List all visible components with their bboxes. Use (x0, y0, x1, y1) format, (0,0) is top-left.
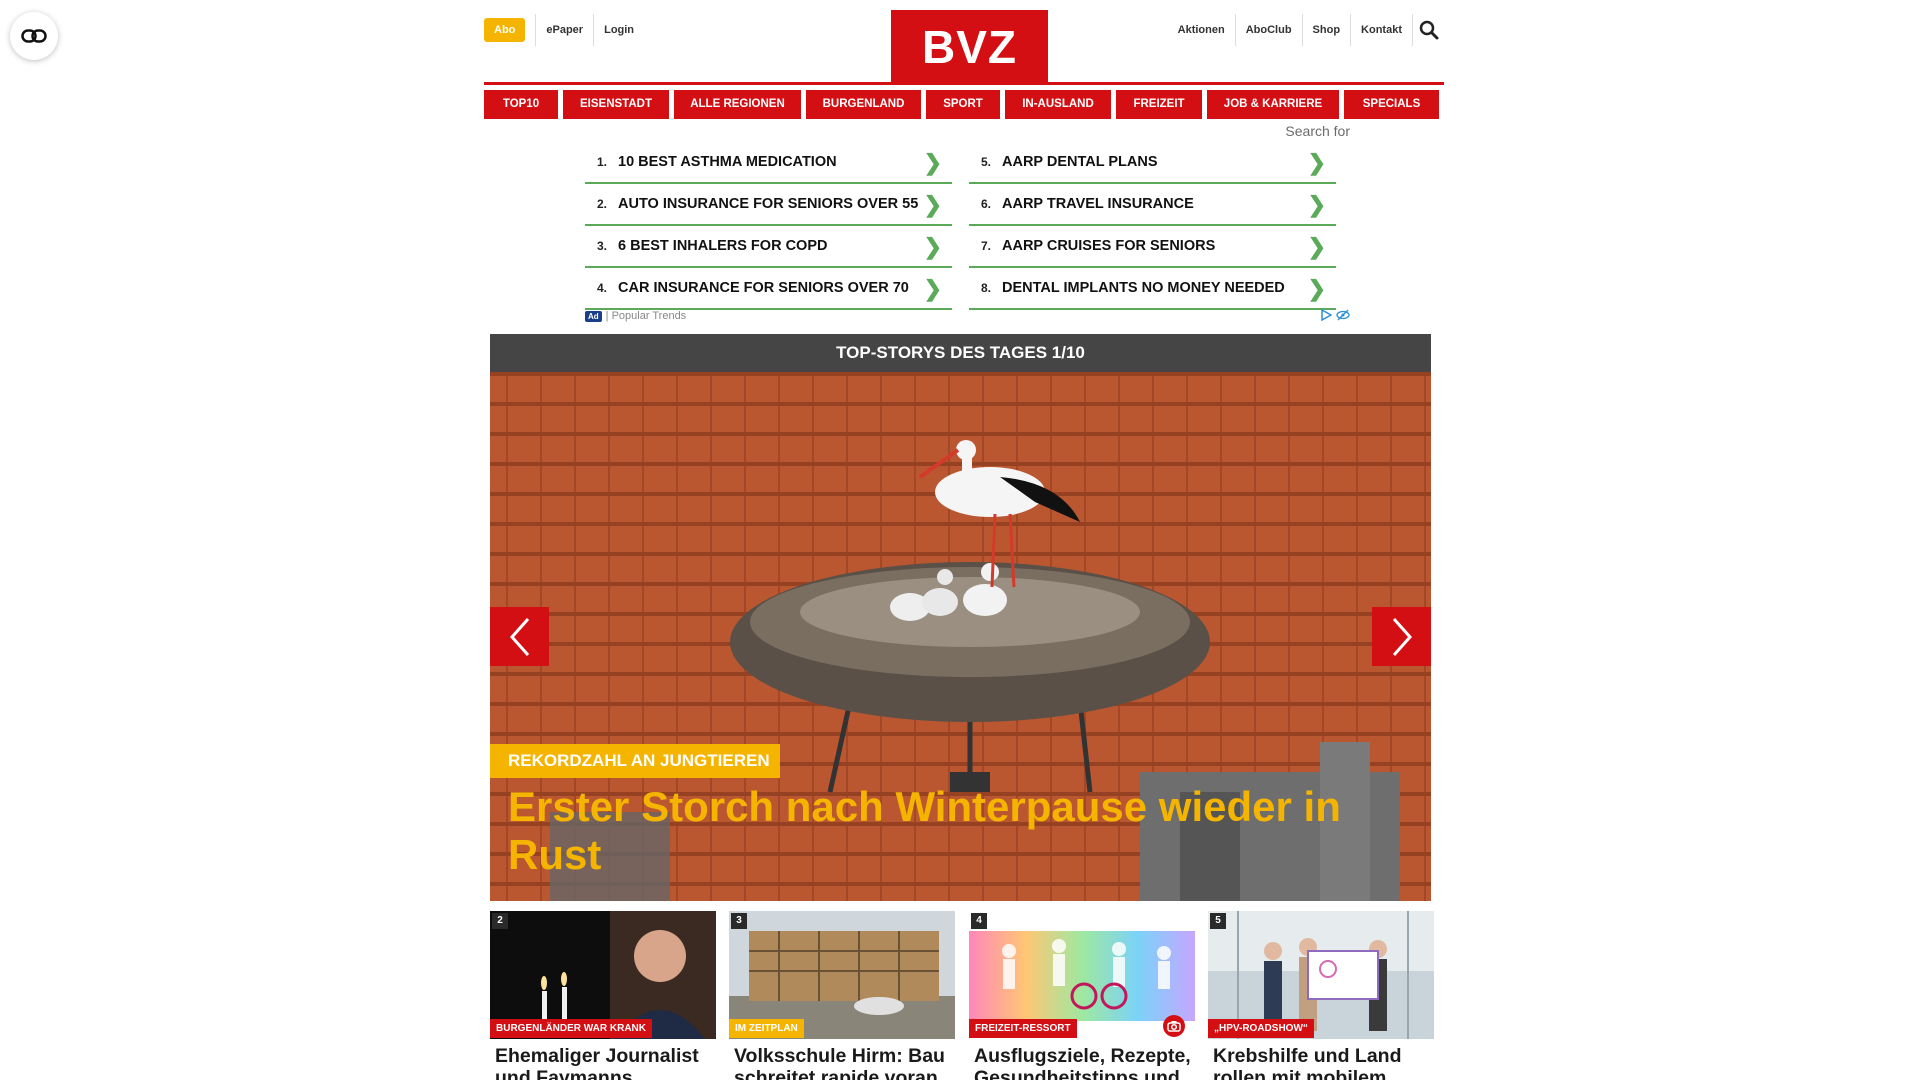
search-button[interactable] (1412, 14, 1444, 46)
nav-item-alle-regionen[interactable]: ALLE REGIONEN (674, 90, 801, 119)
chevron-right-icon: ❯ (923, 192, 942, 217)
ad-number: 6. (980, 197, 991, 211)
card-rank: 3 (731, 913, 747, 929)
nav-item-in-ausland[interactable]: IN-AUSLAND (1005, 90, 1111, 119)
chevron-right-icon (1392, 617, 1412, 656)
page-container: Abo ePaper Login BVZ Aktionen AboClub Sh… (484, 0, 1444, 119)
ad-footer-text: | Popular Trends (605, 310, 687, 322)
nav-item-top10[interactable]: TOP10 (484, 90, 558, 119)
ad-text: CAR INSURANCE FOR SENIORS OVER 70 (618, 280, 909, 296)
chevron-right-icon: ❯ (1307, 192, 1326, 217)
ad-number: 4. (596, 281, 607, 295)
nav-item-burgenland[interactable]: BURGENLAND (806, 90, 921, 119)
aktionen-link[interactable]: Aktionen (1168, 14, 1235, 46)
ad-number: 1. (596, 155, 607, 169)
card-title: Ehemaliger Journalist und Faymanns Sprec… (495, 1045, 699, 1080)
chevron-right-icon: ❯ (923, 150, 942, 175)
ad-choices[interactable] (1320, 309, 1350, 321)
ad-text: AARP CRUISES FOR SENIORS (1002, 238, 1216, 254)
main-nav: TOP10 EISENSTADT ALLE REGIONEN BURGENLAN… (484, 90, 1444, 119)
chevron-right-icon: ❯ (1307, 234, 1326, 259)
ad-number: 2. (596, 197, 607, 211)
ad-link[interactable]: 2. AUTO INSURANCE FOR SENIORS OVER 55 ❯ (585, 184, 952, 226)
kontakt-link[interactable]: Kontakt (1350, 14, 1412, 46)
card-image: 3 IM ZEITPLAN (729, 911, 955, 1039)
card-title: Ausflugsziele, Rezepte, Gesundheitstipps… (974, 1045, 1191, 1080)
accessibility-button[interactable] (10, 12, 58, 60)
abo-button[interactable]: Abo (484, 18, 526, 42)
ad-number: 3. (596, 239, 607, 253)
nav-item-eisenstadt[interactable]: EISENSTADT (563, 90, 669, 119)
ad-text: AARP DENTAL PLANS (1002, 154, 1158, 170)
story-card[interactable]: 4 FREIZEIT-RESSORT Ausflugsziele, Rezept… (969, 911, 1195, 1080)
nav-item-specials[interactable]: SPECIALS (1344, 90, 1439, 119)
ad-number: 7. (980, 239, 991, 253)
hero-kicker: REKORDZAHL AN JUNGTIEREN (490, 744, 780, 778)
hero-headline[interactable]: Erster Storch nach Winterpause wieder in… (508, 783, 1408, 879)
ad-footer: Ad | Popular Trends (585, 308, 1350, 324)
chevron-right-icon: ❯ (1307, 150, 1326, 175)
top-stories-heading: TOP-STORYS DES TAGES 1/10 (490, 334, 1431, 372)
carousel-next-button[interactable] (1372, 607, 1431, 666)
epaper-link[interactable]: ePaper (535, 14, 593, 46)
header-divider (484, 82, 1444, 85)
nav-item-job-karriere[interactable]: JOB & KARRIERE (1207, 90, 1339, 119)
card-image: 4 FREIZEIT-RESSORT (969, 911, 1195, 1039)
shop-link[interactable]: Shop (1301, 14, 1351, 46)
card-rank: 2 (492, 913, 508, 929)
story-card[interactable]: 5 „HPV-ROADSHOW“ Krebshilfe und Land rol… (1208, 911, 1434, 1080)
aboclub-link[interactable]: AboClub (1234, 14, 1302, 46)
ad-search-label: Search for (1285, 123, 1350, 139)
ad-grid: 1. 10 BEST ASTHMA MEDICATION ❯ 5. AARP DENT… (585, 142, 1350, 310)
ad-link[interactable]: 1. 10 BEST ASTHMA MEDICATION ❯ (585, 142, 952, 184)
nav-item-sport[interactable]: SPORT (926, 90, 1000, 119)
ad-link[interactable]: 3. 6 BEST INHALERS FOR COPD ❯ (585, 226, 952, 268)
ad-link[interactable]: 8. DENTAL IMPLANTS NO MONEY NEEDED ❯ (969, 268, 1336, 310)
link-icon (21, 29, 47, 43)
ad-link[interactable]: 7. AARP CRUISES FOR SENIORS ❯ (969, 226, 1336, 268)
chevron-right-icon: ❯ (923, 276, 942, 301)
camera-icon (1163, 1015, 1185, 1037)
ad-text: DENTAL IMPLANTS NO MONEY NEEDED (1002, 280, 1285, 296)
ad-text: AUTO INSURANCE FOR SENIORS OVER 55 (618, 196, 919, 212)
card-tag: BURGENLÄNDER WAR KRANK (490, 1019, 652, 1038)
card-image: 5 „HPV-ROADSHOW“ (1208, 911, 1434, 1039)
carousel-prev-button[interactable] (490, 607, 549, 666)
card-image: 2 BURGENLÄNDER WAR KRANK (490, 911, 716, 1039)
ad-number: 5. (980, 155, 991, 169)
login-link[interactable]: Login (593, 14, 644, 46)
bvz-logo[interactable]: BVZ (891, 10, 1048, 84)
card-tag: IM ZEITPLAN (729, 1019, 804, 1038)
story-card[interactable]: 2 BURGENLÄNDER WAR KRANK Ehemaliger Jour… (490, 911, 716, 1080)
hide-eye-icon (1336, 309, 1350, 321)
card-rank: 5 (1210, 913, 1226, 929)
ad-link[interactable]: 4. CAR INSURANCE FOR SENIORS OVER 70 ❯ (585, 268, 952, 310)
search-icon (1419, 20, 1438, 40)
adchoices-play-icon (1321, 309, 1332, 321)
ad-link[interactable]: 6. AARP TRAVEL INSURANCE ❯ (969, 184, 1336, 226)
ad-link[interactable]: 5. AARP DENTAL PLANS ❯ (969, 142, 1336, 184)
ad-badge: Ad (585, 310, 602, 322)
site-header: Abo ePaper Login BVZ Aktionen AboClub Sh… (484, 0, 1444, 85)
chevron-right-icon: ❯ (1307, 276, 1326, 301)
chevron-right-icon: ❯ (923, 234, 942, 259)
card-title: Volksschule Hirm: Bau schreitet rapide v… (734, 1045, 945, 1080)
card-title: Krebshilfe und Land rollen mit mobilem (1213, 1045, 1402, 1080)
ad-text: 6 BEST INHALERS FOR COPD (618, 238, 828, 254)
ad-text: AARP TRAVEL INSURANCE (1002, 196, 1194, 212)
nav-item-freizeit[interactable]: FREIZEIT (1116, 90, 1202, 119)
ad-text: 10 BEST ASTHMA MEDICATION (618, 154, 837, 170)
card-rank: 4 (971, 913, 987, 929)
card-tag: „HPV-ROADSHOW“ (1208, 1019, 1314, 1038)
ad-number: 8. (980, 281, 991, 295)
card-tag: FREIZEIT-RESSORT (969, 1019, 1077, 1038)
chevron-left-icon (509, 617, 529, 656)
story-card[interactable]: 3 IM ZEITPLAN Volksschule Hirm: Bau schr… (729, 911, 955, 1080)
